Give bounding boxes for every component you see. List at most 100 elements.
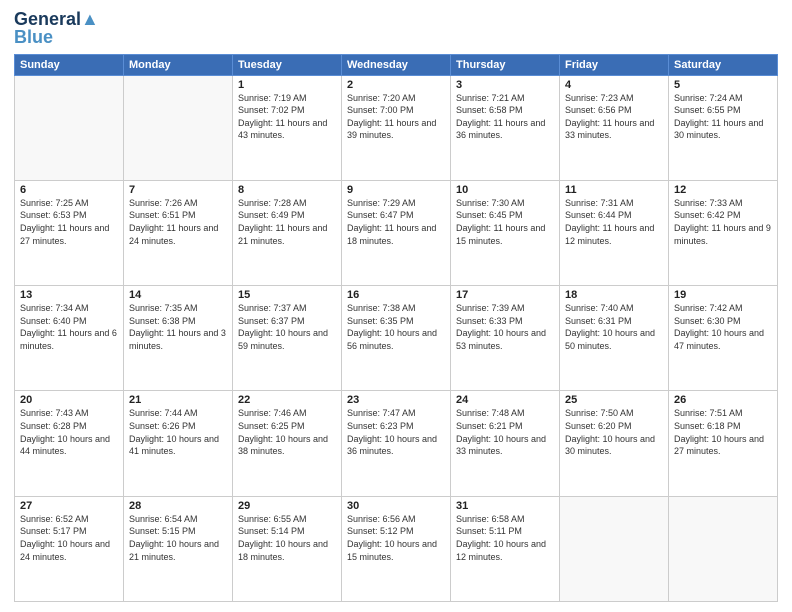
day-info: Sunrise: 7:48 AMSunset: 6:21 PMDaylight:… bbox=[456, 407, 554, 457]
day-number: 7 bbox=[129, 184, 227, 196]
day-info: Sunrise: 7:35 AMSunset: 6:38 PMDaylight:… bbox=[129, 302, 227, 352]
day-number: 26 bbox=[674, 394, 772, 406]
day-number: 13 bbox=[20, 289, 118, 301]
weekday-header-tuesday: Tuesday bbox=[233, 54, 342, 75]
calendar-cell: 19Sunrise: 7:42 AMSunset: 6:30 PMDayligh… bbox=[669, 286, 778, 391]
day-number: 6 bbox=[20, 184, 118, 196]
day-number: 14 bbox=[129, 289, 227, 301]
logo-text2: Blue bbox=[14, 28, 53, 48]
day-number: 17 bbox=[456, 289, 554, 301]
day-info: Sunrise: 6:58 AMSunset: 5:11 PMDaylight:… bbox=[456, 513, 554, 563]
day-number: 29 bbox=[238, 500, 336, 512]
calendar-cell: 30Sunrise: 6:56 AMSunset: 5:12 PMDayligh… bbox=[342, 496, 451, 601]
calendar-header-row: SundayMondayTuesdayWednesdayThursdayFrid… bbox=[15, 54, 778, 75]
day-info: Sunrise: 7:20 AMSunset: 7:00 PMDaylight:… bbox=[347, 92, 445, 142]
day-number: 10 bbox=[456, 184, 554, 196]
weekday-header-wednesday: Wednesday bbox=[342, 54, 451, 75]
calendar-cell: 14Sunrise: 7:35 AMSunset: 6:38 PMDayligh… bbox=[124, 286, 233, 391]
day-number: 3 bbox=[456, 79, 554, 91]
calendar-cell: 16Sunrise: 7:38 AMSunset: 6:35 PMDayligh… bbox=[342, 286, 451, 391]
day-number: 2 bbox=[347, 79, 445, 91]
calendar-cell: 6Sunrise: 7:25 AMSunset: 6:53 PMDaylight… bbox=[15, 180, 124, 285]
calendar-cell bbox=[124, 75, 233, 180]
calendar-cell: 11Sunrise: 7:31 AMSunset: 6:44 PMDayligh… bbox=[560, 180, 669, 285]
calendar-week-5: 27Sunrise: 6:52 AMSunset: 5:17 PMDayligh… bbox=[15, 496, 778, 601]
day-info: Sunrise: 6:55 AMSunset: 5:14 PMDaylight:… bbox=[238, 513, 336, 563]
calendar-week-3: 13Sunrise: 7:34 AMSunset: 6:40 PMDayligh… bbox=[15, 286, 778, 391]
calendar-cell: 4Sunrise: 7:23 AMSunset: 6:56 PMDaylight… bbox=[560, 75, 669, 180]
calendar-cell bbox=[15, 75, 124, 180]
day-info: Sunrise: 7:43 AMSunset: 6:28 PMDaylight:… bbox=[20, 407, 118, 457]
day-info: Sunrise: 7:24 AMSunset: 6:55 PMDaylight:… bbox=[674, 92, 772, 142]
calendar-cell: 26Sunrise: 7:51 AMSunset: 6:18 PMDayligh… bbox=[669, 391, 778, 496]
day-info: Sunrise: 7:42 AMSunset: 6:30 PMDaylight:… bbox=[674, 302, 772, 352]
day-number: 22 bbox=[238, 394, 336, 406]
day-number: 15 bbox=[238, 289, 336, 301]
day-info: Sunrise: 7:25 AMSunset: 6:53 PMDaylight:… bbox=[20, 197, 118, 247]
day-info: Sunrise: 7:44 AMSunset: 6:26 PMDaylight:… bbox=[129, 407, 227, 457]
day-number: 24 bbox=[456, 394, 554, 406]
day-info: Sunrise: 7:23 AMSunset: 6:56 PMDaylight:… bbox=[565, 92, 663, 142]
calendar-cell: 5Sunrise: 7:24 AMSunset: 6:55 PMDaylight… bbox=[669, 75, 778, 180]
calendar-cell: 1Sunrise: 7:19 AMSunset: 7:02 PMDaylight… bbox=[233, 75, 342, 180]
weekday-header-monday: Monday bbox=[124, 54, 233, 75]
day-number: 28 bbox=[129, 500, 227, 512]
day-info: Sunrise: 7:31 AMSunset: 6:44 PMDaylight:… bbox=[565, 197, 663, 247]
day-info: Sunrise: 7:37 AMSunset: 6:37 PMDaylight:… bbox=[238, 302, 336, 352]
calendar-week-1: 1Sunrise: 7:19 AMSunset: 7:02 PMDaylight… bbox=[15, 75, 778, 180]
day-number: 19 bbox=[674, 289, 772, 301]
calendar-cell: 28Sunrise: 6:54 AMSunset: 5:15 PMDayligh… bbox=[124, 496, 233, 601]
weekday-header-saturday: Saturday bbox=[669, 54, 778, 75]
day-number: 30 bbox=[347, 500, 445, 512]
day-number: 4 bbox=[565, 79, 663, 91]
day-number: 25 bbox=[565, 394, 663, 406]
day-info: Sunrise: 6:54 AMSunset: 5:15 PMDaylight:… bbox=[129, 513, 227, 563]
day-info: Sunrise: 7:19 AMSunset: 7:02 PMDaylight:… bbox=[238, 92, 336, 142]
day-info: Sunrise: 7:29 AMSunset: 6:47 PMDaylight:… bbox=[347, 197, 445, 247]
calendar-cell: 22Sunrise: 7:46 AMSunset: 6:25 PMDayligh… bbox=[233, 391, 342, 496]
header: General▲ Blue bbox=[14, 10, 778, 48]
calendar-cell: 15Sunrise: 7:37 AMSunset: 6:37 PMDayligh… bbox=[233, 286, 342, 391]
day-number: 8 bbox=[238, 184, 336, 196]
calendar-cell: 13Sunrise: 7:34 AMSunset: 6:40 PMDayligh… bbox=[15, 286, 124, 391]
day-info: Sunrise: 7:21 AMSunset: 6:58 PMDaylight:… bbox=[456, 92, 554, 142]
day-number: 16 bbox=[347, 289, 445, 301]
day-number: 23 bbox=[347, 394, 445, 406]
calendar-week-4: 20Sunrise: 7:43 AMSunset: 6:28 PMDayligh… bbox=[15, 391, 778, 496]
calendar-week-2: 6Sunrise: 7:25 AMSunset: 6:53 PMDaylight… bbox=[15, 180, 778, 285]
logo: General▲ Blue bbox=[14, 10, 99, 48]
day-info: Sunrise: 7:39 AMSunset: 6:33 PMDaylight:… bbox=[456, 302, 554, 352]
day-number: 12 bbox=[674, 184, 772, 196]
day-info: Sunrise: 7:28 AMSunset: 6:49 PMDaylight:… bbox=[238, 197, 336, 247]
calendar-table: SundayMondayTuesdayWednesdayThursdayFrid… bbox=[14, 54, 778, 602]
day-number: 27 bbox=[20, 500, 118, 512]
calendar-cell: 12Sunrise: 7:33 AMSunset: 6:42 PMDayligh… bbox=[669, 180, 778, 285]
calendar-cell: 17Sunrise: 7:39 AMSunset: 6:33 PMDayligh… bbox=[451, 286, 560, 391]
calendar-cell bbox=[669, 496, 778, 601]
calendar-cell: 9Sunrise: 7:29 AMSunset: 6:47 PMDaylight… bbox=[342, 180, 451, 285]
day-info: Sunrise: 7:50 AMSunset: 6:20 PMDaylight:… bbox=[565, 407, 663, 457]
day-info: Sunrise: 7:47 AMSunset: 6:23 PMDaylight:… bbox=[347, 407, 445, 457]
calendar-cell: 27Sunrise: 6:52 AMSunset: 5:17 PMDayligh… bbox=[15, 496, 124, 601]
day-info: Sunrise: 7:33 AMSunset: 6:42 PMDaylight:… bbox=[674, 197, 772, 247]
day-info: Sunrise: 6:52 AMSunset: 5:17 PMDaylight:… bbox=[20, 513, 118, 563]
calendar-cell: 7Sunrise: 7:26 AMSunset: 6:51 PMDaylight… bbox=[124, 180, 233, 285]
day-info: Sunrise: 7:26 AMSunset: 6:51 PMDaylight:… bbox=[129, 197, 227, 247]
day-number: 20 bbox=[20, 394, 118, 406]
calendar-cell: 21Sunrise: 7:44 AMSunset: 6:26 PMDayligh… bbox=[124, 391, 233, 496]
day-number: 9 bbox=[347, 184, 445, 196]
day-number: 1 bbox=[238, 79, 336, 91]
calendar-cell: 25Sunrise: 7:50 AMSunset: 6:20 PMDayligh… bbox=[560, 391, 669, 496]
day-info: Sunrise: 7:46 AMSunset: 6:25 PMDaylight:… bbox=[238, 407, 336, 457]
weekday-header-friday: Friday bbox=[560, 54, 669, 75]
page: General▲ Blue SundayMondayTuesdayWednesd… bbox=[0, 0, 792, 612]
day-number: 5 bbox=[674, 79, 772, 91]
day-info: Sunrise: 7:40 AMSunset: 6:31 PMDaylight:… bbox=[565, 302, 663, 352]
day-info: Sunrise: 7:34 AMSunset: 6:40 PMDaylight:… bbox=[20, 302, 118, 352]
day-number: 11 bbox=[565, 184, 663, 196]
day-number: 18 bbox=[565, 289, 663, 301]
day-number: 21 bbox=[129, 394, 227, 406]
calendar-cell: 20Sunrise: 7:43 AMSunset: 6:28 PMDayligh… bbox=[15, 391, 124, 496]
calendar-cell: 10Sunrise: 7:30 AMSunset: 6:45 PMDayligh… bbox=[451, 180, 560, 285]
day-number: 31 bbox=[456, 500, 554, 512]
